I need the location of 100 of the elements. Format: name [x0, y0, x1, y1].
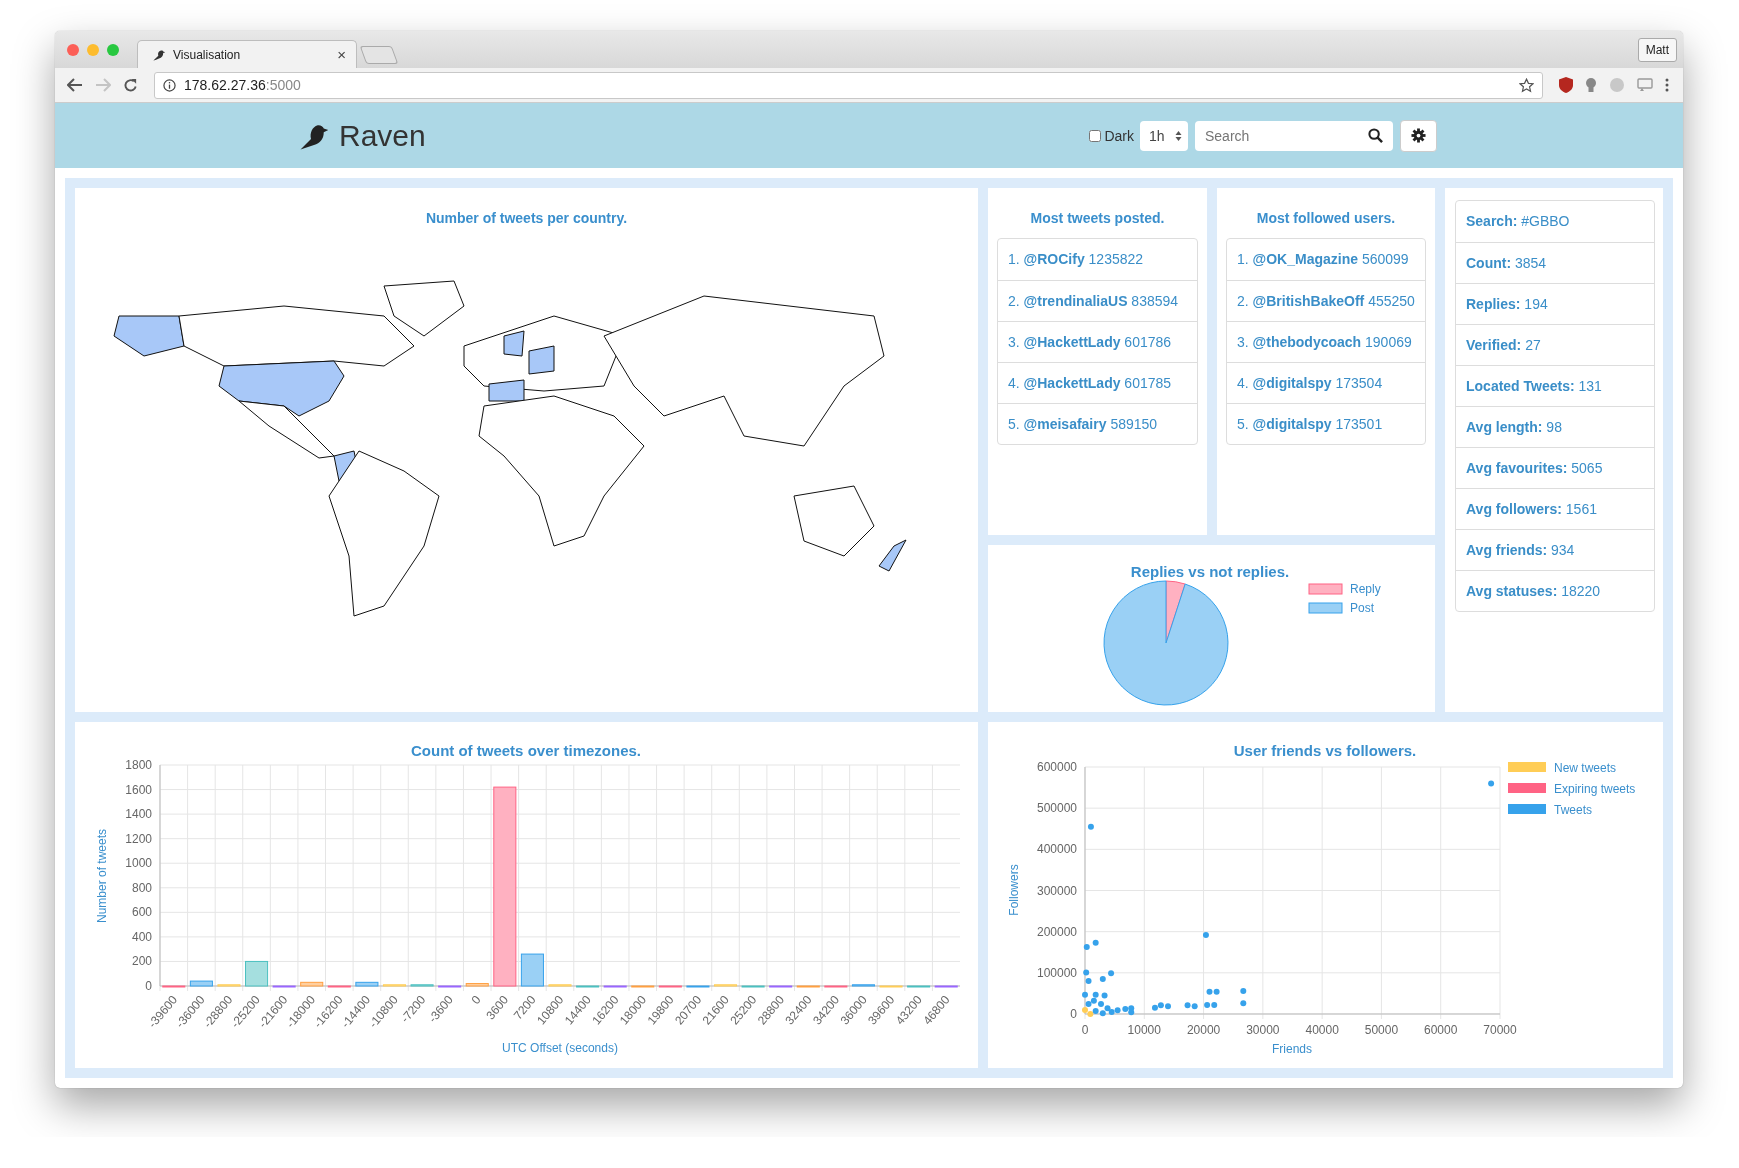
axis-tick-label: 400000 — [1036, 842, 1077, 857]
extension-icon[interactable] — [1637, 78, 1653, 92]
legend-label: New tweets — [1554, 761, 1617, 775]
bar — [879, 985, 903, 988]
stat-item: Count: 3854 — [1456, 242, 1654, 283]
user-list-item[interactable]: 1. @OK_Magazine 560099 — [1227, 239, 1425, 280]
user-list-item[interactable]: 5. @meisafairy 589150 — [998, 403, 1197, 444]
search-icon[interactable] — [1368, 128, 1383, 143]
legend-label: Reply — [1350, 582, 1381, 596]
profile-button[interactable]: Matt — [1637, 37, 1677, 62]
stat-item: Search: #GBBO — [1465, 212, 1571, 231]
back-icon[interactable] — [67, 78, 83, 92]
stat-item: Located Tweets: 131 — [1456, 365, 1654, 406]
tab-close-button[interactable]: × — [337, 46, 346, 63]
reload-icon[interactable] — [123, 77, 138, 93]
data-point — [1240, 1000, 1247, 1007]
axis-tick-label: 400 — [131, 929, 152, 944]
star-icon[interactable] — [1519, 77, 1534, 93]
bar — [576, 985, 600, 988]
axis-tick-label: 30000 — [1246, 1023, 1280, 1037]
legend-label: Tweets — [1554, 803, 1592, 817]
axis-tick-label: 100000 — [1036, 965, 1077, 980]
user-list-item[interactable]: 4. @digitalspy 173504 — [1227, 362, 1425, 403]
stat-item: Verified: 27 — [1456, 324, 1654, 365]
data-point — [1108, 970, 1115, 977]
bar — [851, 984, 875, 987]
data-point — [1083, 969, 1090, 976]
legend-label: Post — [1350, 601, 1374, 615]
search-field[interactable]: Search — [1195, 120, 1393, 151]
axis-tick-label: 500000 — [1036, 801, 1077, 816]
legend-swatch — [1308, 583, 1343, 595]
axis-tick-label: 40000 — [1305, 1023, 1339, 1037]
bar — [686, 985, 710, 988]
axis-tick-label: 1200 — [125, 831, 152, 846]
axis-tick-label: 60000 — [1424, 1023, 1458, 1037]
panel-title: Most followed users. — [1256, 210, 1396, 226]
bar — [548, 984, 572, 987]
bar — [217, 984, 241, 987]
lightbulb-icon[interactable] — [1585, 77, 1597, 93]
axis-tick-label: 0 — [145, 979, 152, 993]
bar — [934, 985, 958, 988]
axis-tick-label: 1000 — [125, 856, 152, 871]
tab-title: Visualisation — [173, 47, 242, 62]
time-range-select[interactable]: 1h — [1140, 120, 1188, 151]
data-point — [1101, 992, 1108, 999]
user-list-item[interactable]: 3. @HackettLady 601786 — [998, 321, 1197, 362]
user-list-item[interactable]: 2. @BritishBakeOff 455250 — [1227, 280, 1425, 321]
bar — [300, 981, 324, 987]
bar — [658, 985, 682, 988]
stat-item: Avg statuses: 18220 — [1456, 570, 1654, 611]
info-icon — [163, 78, 176, 92]
dark-checkbox[interactable] — [1089, 129, 1102, 142]
user-list-item[interactable]: 5. @digitalspy 173501 — [1227, 403, 1425, 444]
bar — [438, 985, 462, 988]
data-point — [1099, 976, 1106, 982]
settings-button[interactable] — [1400, 119, 1437, 152]
bar — [272, 985, 296, 988]
stat-item: Avg followers: 1561 — [1456, 488, 1654, 529]
chart-title: Count of tweets over timezones. — [411, 742, 641, 759]
bar — [796, 985, 820, 988]
bar — [769, 985, 793, 988]
menu-icon[interactable] — [1665, 78, 1669, 92]
user-list-item[interactable]: 4. @HackettLady 601785 — [998, 362, 1197, 403]
bar — [465, 983, 489, 987]
bar — [907, 985, 931, 988]
stat-item: Avg friends: 934 — [1456, 529, 1654, 570]
close-window-button[interactable] — [67, 43, 79, 56]
user-list-item[interactable]: 1. @ROCify 1235822 — [998, 239, 1197, 280]
axis-tick-label: 70000 — [1483, 1023, 1517, 1037]
data-point — [1083, 943, 1090, 950]
data-point — [1092, 939, 1099, 946]
shield-icon[interactable] — [1559, 77, 1573, 93]
bar — [410, 984, 434, 987]
bar — [714, 984, 738, 987]
axis-tick-label: 0 — [468, 992, 484, 1008]
bar — [162, 985, 186, 988]
axis-tick-label: 800 — [131, 880, 152, 895]
axis-tick-label: 200000 — [1036, 924, 1077, 939]
bar — [603, 985, 627, 988]
data-point — [1488, 780, 1495, 787]
browser-tab[interactable]: Visualisation × — [137, 40, 357, 68]
data-point — [1202, 931, 1209, 938]
axis-title: Followers — [1007, 864, 1021, 916]
stat-item: Avg length: 98 — [1456, 406, 1654, 447]
bar — [189, 980, 213, 987]
updown-arrows-icon — [1175, 129, 1182, 142]
data-point — [1240, 987, 1247, 994]
axis-tick-label: 0 — [1070, 1007, 1077, 1021]
bar — [382, 984, 406, 987]
axis-title: Friends — [1272, 1042, 1312, 1056]
axis-tick-label: 50000 — [1364, 1023, 1399, 1037]
user-list-item[interactable]: 2. @trendinaliaUS 838594 — [998, 280, 1197, 321]
user-list-item[interactable]: 3. @thebodycoach 190069 — [1227, 321, 1425, 362]
legend-swatch — [1308, 602, 1343, 614]
axis-title: Number of tweets — [95, 829, 109, 923]
data-point — [1085, 978, 1092, 985]
address-field[interactable]: 178.62.27.36:5000 — [154, 71, 1543, 99]
axis-tick-label: 10000 — [1127, 1023, 1161, 1037]
axis-title: UTC Offset (seconds) — [502, 1041, 618, 1055]
axis-tick-label: 600000 — [1036, 760, 1077, 774]
